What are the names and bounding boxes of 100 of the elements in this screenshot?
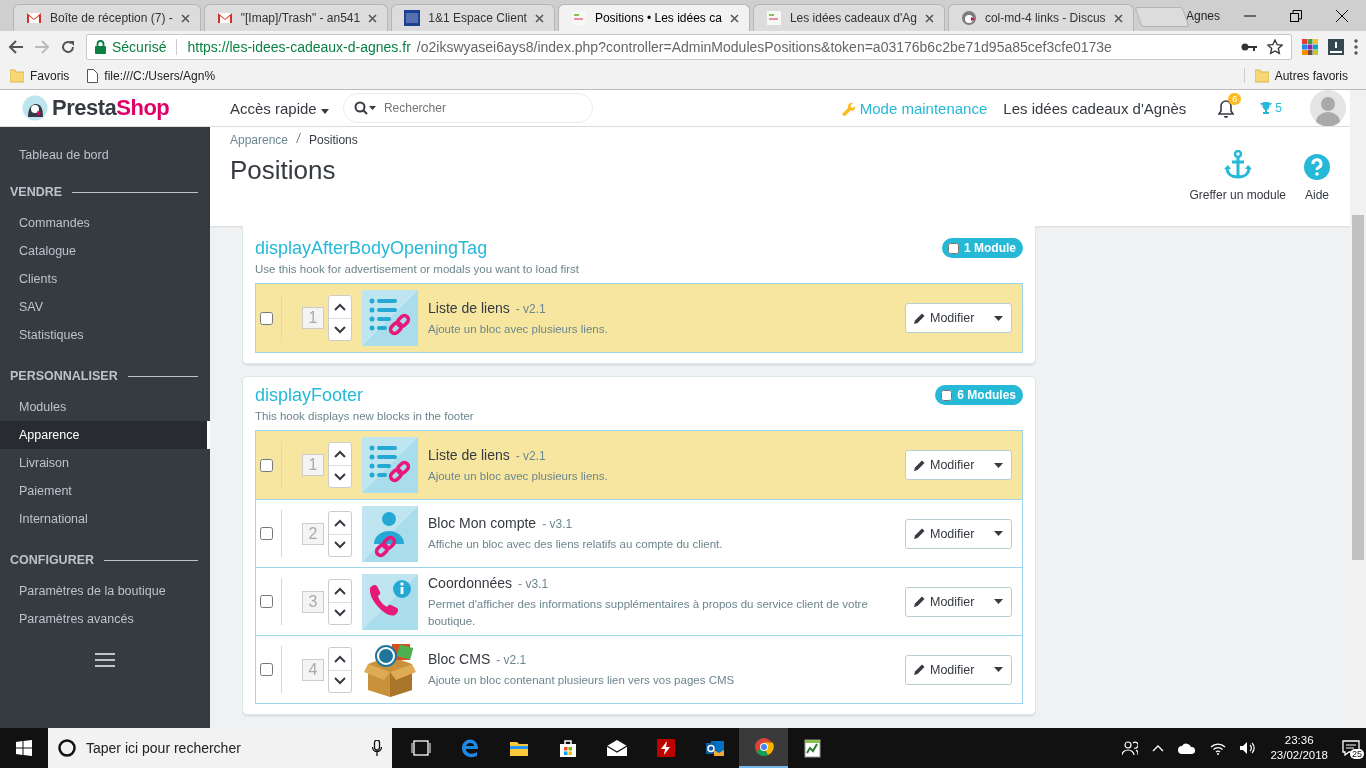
module-checkbox[interactable] — [260, 527, 273, 540]
caret-icon — [994, 599, 1003, 604]
sidebar-item[interactable]: Catalogue — [0, 237, 210, 265]
close-icon[interactable] — [534, 13, 544, 23]
select-all-checkbox[interactable] — [941, 389, 953, 401]
shop-name[interactable]: Les idées cadeaux d'Agnès — [1003, 99, 1187, 117]
sidebar-item[interactable]: Tableau de bord — [0, 141, 210, 169]
key-icon[interactable] — [1241, 41, 1257, 52]
pencil-icon — [914, 312, 925, 324]
search-icon[interactable] — [353, 101, 376, 115]
back-icon[interactable] — [8, 38, 24, 55]
modify-button[interactable]: Modifier — [905, 518, 1012, 549]
sidebar-item[interactable]: Paiement — [0, 477, 210, 505]
mail-app-icon[interactable] — [704, 738, 725, 758]
sidebar-item[interactable]: Clients — [0, 265, 210, 293]
browser-icon[interactable] — [459, 738, 480, 758]
speaker-icon[interactable] — [1240, 741, 1257, 755]
browser-tab[interactable]: Les idées cadeaux d'Ag — [752, 4, 945, 31]
bell-icon[interactable] — [1218, 98, 1235, 118]
hook-description: Use this hook for advertisement or modals you want to load first — [255, 263, 580, 275]
breadcrumb-link[interactable]: Apparence — [230, 133, 289, 147]
grid-extension-icon[interactable] — [1302, 38, 1318, 55]
taskbar-search-field[interactable]: Taper ici pour rechercher — [48, 728, 392, 768]
bolt-app-icon[interactable] — [655, 738, 676, 758]
module-checkbox[interactable] — [260, 458, 273, 472]
module-checkbox[interactable] — [260, 663, 273, 676]
scrollbar[interactable] — [1350, 90, 1366, 728]
module-description: Ajoute un bloc contenant plusieurs lien vers vos pages CMS — [428, 673, 736, 689]
restore-icon[interactable] — [1290, 9, 1302, 22]
breadcrumb-separator-icon — [296, 133, 302, 143]
sidebar-item[interactable]: International — [0, 505, 210, 533]
chevron-up-icon — [334, 303, 346, 311]
quick-access-menu[interactable]: Accès rapide — [230, 95, 329, 121]
sidebar-item[interactable]: Commandes — [0, 209, 210, 237]
position-number: 1 — [302, 454, 324, 476]
toolbar-button[interactable]: Greffer un module — [1189, 150, 1286, 202]
shopping-bag-icon[interactable] — [557, 738, 578, 758]
clock[interactable]: 23:36 23/02/2018 — [1270, 733, 1328, 763]
modify-button[interactable]: Modifier — [905, 654, 1012, 685]
page-title: Positions — [230, 155, 337, 186]
module-checkbox[interactable] — [260, 311, 273, 325]
page-icon — [570, 10, 587, 26]
cloud-icon[interactable] — [1178, 742, 1197, 754]
close-icon[interactable] — [1336, 9, 1348, 22]
browser-tab[interactable]: 1&1 Espace Client — [391, 4, 555, 31]
chevron-up-icon[interactable] — [1152, 744, 1165, 752]
sidebar-item[interactable]: Paramètres avancés — [0, 605, 210, 633]
modify-button[interactable]: Modifier — [905, 450, 1012, 480]
link-list-icon — [362, 290, 418, 346]
notepad-icon[interactable] — [802, 738, 823, 758]
windows-start-icon[interactable] — [16, 740, 32, 756]
logo-icon — [404, 10, 421, 26]
star-icon[interactable] — [1267, 38, 1283, 55]
module-checkbox[interactable] — [260, 595, 273, 608]
browser-tab[interactable]: col-md-4 links - Discus — [947, 4, 1134, 31]
select-all-checkbox[interactable] — [948, 242, 959, 254]
close-icon[interactable] — [924, 13, 934, 23]
reload-icon[interactable] — [60, 38, 76, 55]
microphone-icon[interactable] — [372, 740, 382, 756]
folder-icon — [10, 68, 24, 83]
modify-button[interactable]: Modifier — [905, 303, 1012, 333]
close-icon[interactable] — [180, 13, 190, 23]
prestashop-logo: PrestaShop — [52, 95, 170, 121]
gmail-icon — [26, 10, 42, 26]
task-view-icon[interactable] — [410, 738, 431, 758]
profile-name[interactable]: Agnes — [1185, 8, 1244, 23]
menu-icon[interactable] — [1354, 38, 1358, 55]
sidebar-item[interactable]: SAV — [0, 293, 210, 321]
user-link-icon — [362, 505, 418, 562]
envelope-icon[interactable] — [606, 738, 627, 758]
people-icon[interactable] — [1122, 740, 1139, 756]
close-icon[interactable] — [368, 13, 378, 23]
extension-icon[interactable] — [1328, 38, 1344, 55]
bookmark[interactable]: Autres favoris — [1243, 68, 1348, 83]
modify-button[interactable]: Modifier — [905, 586, 1012, 617]
bookmark[interactable]: Favoris — [10, 68, 70, 83]
sidebar-item[interactable]: Statistiques — [0, 321, 210, 349]
search-input[interactable]: Rechercher — [383, 97, 582, 119]
sidebar-item[interactable]: Modules — [0, 393, 210, 421]
chevron-down-icon — [334, 609, 346, 617]
close-icon[interactable] — [729, 13, 739, 23]
sidebar-item[interactable]: Apparence — [0, 421, 210, 449]
sidebar-item[interactable]: Livraison — [0, 449, 210, 477]
close-icon[interactable] — [1113, 13, 1123, 23]
chrome-icon[interactable] — [753, 737, 774, 757]
sidebar-item[interactable]: Paramètres de la boutique — [0, 577, 210, 605]
anchor-icon — [1223, 150, 1252, 180]
browser-tab[interactable]: "[Imap]/Trash" - an541 — [203, 4, 389, 31]
address-bar[interactable]: Sécurisé https://les-idees-cadeaux-d-agnes.fr /o2ikswyasei6ays8/index.php?controller=AdminModulesPositions&token=a03176b6c2be71d95a85cef3cfe0173e — [86, 33, 1292, 60]
notification-count: 6 — [1228, 92, 1242, 105]
puffin-logo-icon — [22, 95, 48, 121]
bird-icon — [960, 10, 977, 26]
browser-tab[interactable]: Positions • Les idées ca — [557, 4, 750, 31]
menu-icon[interactable] — [95, 653, 115, 667]
pencil-icon — [914, 528, 925, 539]
bookmark[interactable]: file:///C:/Users/Agn% — [87, 68, 216, 83]
browser-tab[interactable]: Boîte de réception (7) - — [13, 4, 201, 31]
toolbar-button[interactable]: Aide — [1304, 154, 1330, 202]
wifi-icon[interactable] — [1210, 741, 1227, 755]
sidebar-section-title: CONFIGURER — [10, 553, 95, 567]
